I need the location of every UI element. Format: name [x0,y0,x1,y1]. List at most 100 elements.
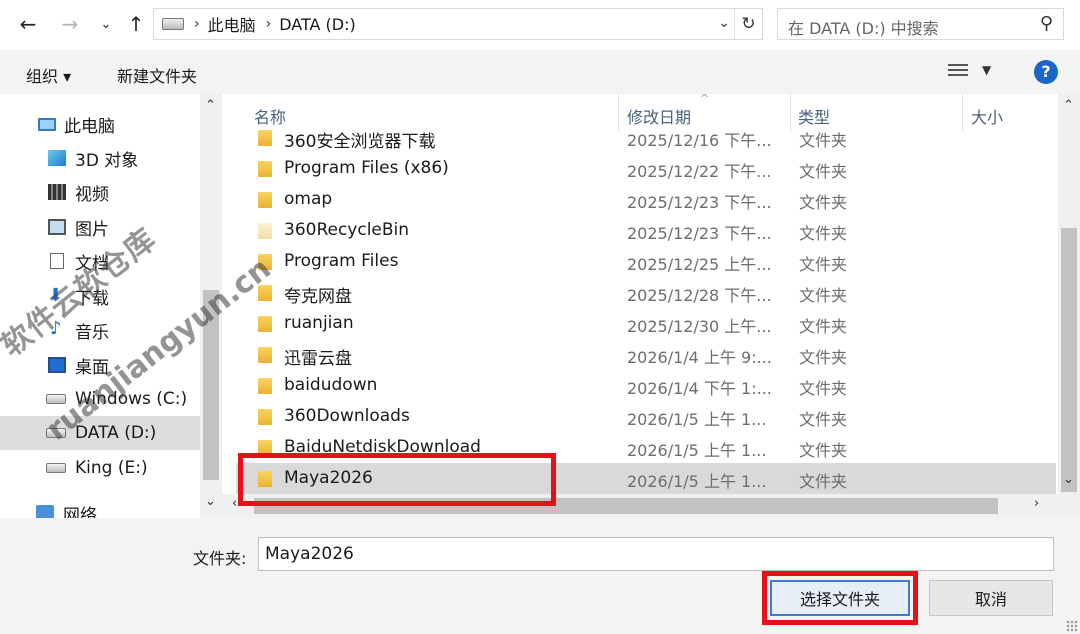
view-dropdown-chevron-icon[interactable]: ▼ [982,63,991,77]
file-list-vertical-scrollbar[interactable]: ⌃ ⌄ [1058,94,1080,518]
nav-item-king-e[interactable]: King (E:) [0,451,200,485]
nav-item-label: 此电脑 [64,116,115,137]
file-name: Program Files (x86) [284,158,449,178]
folder-icon [258,409,272,425]
file-row[interactable]: omap 2025/12/23 下午... 文件夹 [236,184,1056,215]
file-type: 文件夹 [799,286,848,305]
nav-item-pictures[interactable]: 图片 [0,210,200,244]
folder-icon [258,347,272,363]
forward-arrow-icon[interactable]: → [56,10,84,38]
file-type: 文件夹 [799,410,848,429]
nav-item-data-d[interactable]: DATA (D:) [0,416,200,450]
file-type: 文件夹 [799,472,848,491]
file-type: 文件夹 [799,348,848,367]
nav-item-3d-objects[interactable]: 3D 对象 [0,141,200,175]
file-type: 文件夹 [799,255,848,274]
drive-icon [46,463,66,473]
folder-field-label: 文件夹: [193,549,247,568]
file-row[interactable]: 360安全浏览器下载 2025/12/16 下午... 文件夹 [236,122,1056,153]
file-type: 文件夹 [799,131,848,150]
picture-icon [48,219,66,235]
nav-item-label: 音乐 [75,322,109,343]
file-row[interactable]: Program Files 2025/12/25 上午... 文件夹 [236,246,1056,277]
folder-icon [258,130,272,146]
drive-icon [162,18,184,30]
resize-grip-icon[interactable] [1066,620,1078,632]
search-icon[interactable]: ⚲ [1040,13,1053,34]
file-modified-date: 2025/12/22 下午... [627,162,772,181]
file-modified-date: 2025/12/25 上午... [627,255,772,274]
file-name: 360Downloads [284,406,410,426]
file-modified-date: 2025/12/30 上午... [627,317,772,336]
breadcrumb-separator-icon[interactable]: › [194,16,200,32]
highlight-box-select-button [762,571,918,625]
refresh-icon[interactable]: ↻ [734,9,762,39]
scroll-left-icon[interactable]: ‹ [232,496,237,511]
file-type: 文件夹 [799,317,848,336]
scroll-down-icon[interactable]: ⌄ [1063,472,1074,487]
breadcrumb-this-pc[interactable]: 此电脑 [208,12,256,36]
nav-item-network[interactable]: 网络 [0,496,200,518]
file-row[interactable]: ruanjian 2025/12/30 上午... 文件夹 [236,308,1056,339]
address-box[interactable]: › 此电脑 › DATA (D:) ⌄ ↻ [153,8,763,40]
nav-item-label: King (E:) [75,458,148,478]
nav-item-label: 3D 对象 [75,150,139,171]
new-folder-button[interactable]: 新建文件夹 [117,63,197,87]
file-row[interactable]: 360Downloads 2026/1/5 上午 1... 文件夹 [236,401,1056,432]
file-name: 360安全浏览器下载 [284,132,436,152]
organize-button[interactable]: 组织 ▾ [26,63,71,87]
scroll-up-icon[interactable]: ⌃ [1063,98,1074,113]
folder-name-input[interactable]: Maya2026 [258,537,1054,571]
nav-item-this-pc[interactable]: 此电脑 [0,107,200,141]
file-row[interactable]: 360RecycleBin 2025/12/23 下午... 文件夹 [236,215,1056,246]
address-bar-row: ← → ⌄ ↑ › 此电脑 › DATA (D:) ⌄ ↻ 在 DATA (D:… [0,0,1080,50]
file-name: 360RecycleBin [284,220,410,240]
file-modified-date: 2026/1/5 上午 1... [627,472,767,491]
document-icon [50,253,64,269]
help-icon[interactable]: ? [1034,60,1058,84]
search-placeholder: 在 DATA (D:) 中搜索 [788,19,939,38]
cancel-button[interactable]: 取消 [929,580,1053,616]
toolbar: 组织 ▾ 新建文件夹 ▼ [0,50,1080,94]
film-icon [48,184,66,200]
file-row[interactable]: Program Files (x86) 2025/12/22 下午... 文件夹 [236,153,1056,184]
scroll-up-icon[interactable]: ⌃ [205,98,216,113]
file-list-scroll-thumb[interactable] [1061,228,1077,492]
file-modified-date: 2026/1/5 上午 1... [627,410,767,429]
network-icon [36,505,54,518]
folder-icon [258,316,272,332]
file-type: 文件夹 [799,379,848,398]
view-options-icon[interactable] [948,64,968,80]
desktop-icon [48,357,66,373]
folder-icon [258,192,272,208]
scroll-right-icon[interactable]: › [1034,496,1039,511]
nav-item-label: 图片 [75,219,109,240]
file-modified-date: 2025/12/23 下午... [627,193,772,212]
file-modified-date: 2025/12/23 下午... [627,224,772,243]
folder-icon [258,223,272,239]
recent-locations-chevron-icon[interactable]: ⌄ [92,10,120,38]
breadcrumb-data-drive[interactable]: DATA (D:) [279,15,356,34]
file-modified-date: 2025/12/28 下午... [627,286,772,305]
breadcrumb-separator-icon[interactable]: › [266,16,272,32]
file-type: 文件夹 [799,162,848,181]
file-row[interactable]: baidudown 2026/1/4 下午 1:... 文件夹 [236,370,1056,401]
file-modified-date: 2026/1/5 上午 1... [627,441,767,460]
up-arrow-icon[interactable]: ↑ [122,10,150,38]
scroll-down-icon[interactable]: ⌄ [205,494,216,509]
nav-item-videos[interactable]: 视频 [0,175,200,209]
file-modified-date: 2026/1/4 下午 1:... [627,379,772,398]
file-row[interactable]: 夸克网盘 2025/12/28 下午... 文件夹 [236,277,1056,308]
search-input[interactable]: 在 DATA (D:) 中搜索 ⚲ [777,8,1064,40]
file-name: ruanjian [284,313,354,333]
cube-icon [48,150,66,166]
file-name: baidudown [284,375,378,395]
file-modified-date: 2025/12/16 下午... [627,131,772,150]
file-type: 文件夹 [799,193,848,212]
address-dropdown-chevron-icon[interactable]: ⌄ [718,15,730,31]
file-row[interactable]: 迅雷云盘 2026/1/4 上午 9:... 文件夹 [236,339,1056,370]
file-type: 文件夹 [799,441,848,460]
file-name: omap [284,189,333,209]
back-arrow-icon[interactable]: ← [14,10,42,38]
file-type: 文件夹 [799,224,848,243]
